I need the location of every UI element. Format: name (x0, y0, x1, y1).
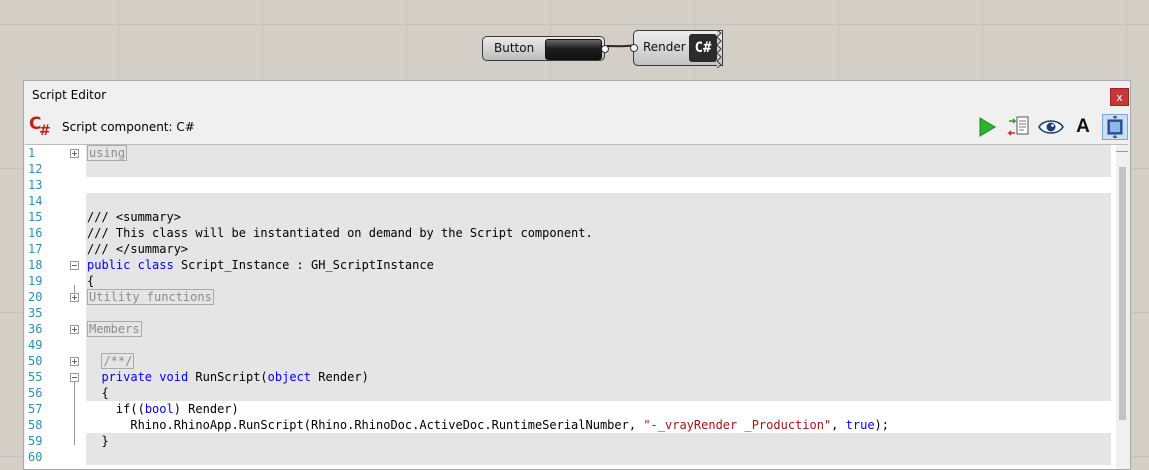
collapsed-region[interactable]: Members (87, 321, 142, 337)
code-line: 50 /**/ (25, 353, 1111, 369)
button-component-label: Button (494, 41, 535, 55)
csharp-logo-icon: C # (29, 114, 51, 139)
editor-toolbar: C # Script component: C# A (24, 111, 1130, 143)
code-line: 59 } (25, 433, 1111, 449)
close-button[interactable]: x (1110, 88, 1129, 106)
expand-icon[interactable] (70, 357, 79, 366)
code-line: 17 /// </summary> (25, 241, 1111, 257)
collapsed-region[interactable]: using (87, 145, 128, 161)
code-line: 15 /// <summary> (25, 209, 1111, 225)
render-component-label: Render (643, 40, 686, 54)
collapsed-region[interactable]: /**/ (101, 353, 135, 369)
code-line: 36 Members (25, 321, 1111, 337)
expand-icon[interactable] (70, 293, 79, 302)
render-script-component[interactable]: Render C# (630, 30, 723, 68)
collapsed-region[interactable]: Utility functions (87, 289, 214, 305)
code-editor[interactable]: 1 using 12 13 14 15 /// <summary> 16 ///… (25, 144, 1128, 469)
preview-icon[interactable] (1038, 114, 1064, 140)
expand-icon[interactable] (70, 325, 79, 334)
code-line: 57 if((bool) Render) (25, 401, 1111, 417)
code-line: 35 (25, 305, 1111, 321)
scrollbar-thumb[interactable] (1119, 167, 1126, 420)
insert-code-icon[interactable] (1006, 114, 1032, 140)
csharp-icon: C# (689, 34, 717, 62)
zigzag-edge-icon (717, 30, 722, 68)
code-line: 19 { (25, 273, 1111, 289)
button-component[interactable]: Button (482, 36, 609, 61)
code-line: 16 /// This class will be instantiated o… (25, 225, 1111, 241)
expand-icon[interactable] (70, 149, 79, 158)
collapse-icon[interactable] (70, 373, 79, 382)
code-line: 55 private void RunScript(object Render) (25, 369, 1111, 385)
title-bar[interactable]: Script Editor x (24, 81, 1130, 109)
collapse-icon[interactable] (70, 261, 79, 270)
code-line: 56 { (25, 385, 1111, 401)
code-line: 20 Utility functions (25, 289, 1111, 305)
font-icon[interactable]: A (1070, 114, 1096, 140)
code-line: 14 (25, 193, 1111, 209)
code-line: 49 (25, 337, 1111, 353)
code-line: 1 using (25, 145, 1111, 161)
component-title: Script component: C# (62, 120, 195, 134)
render-input-port[interactable] (630, 44, 638, 52)
code-line: 60 (25, 449, 1111, 465)
fit-window-icon[interactable] (1102, 114, 1128, 140)
button-face[interactable] (545, 39, 602, 60)
run-icon[interactable] (974, 114, 1000, 140)
code-line: 18 public class Script_Instance : GH_Scr… (25, 257, 1111, 273)
window-title: Script Editor (32, 88, 107, 102)
vertical-scrollbar[interactable] (1116, 145, 1128, 469)
script-editor-window: Script Editor x C# Script component: C# (23, 80, 1131, 470)
code-line: 13 (25, 177, 1111, 193)
code-line: 12 (25, 161, 1111, 177)
code-line: 58 Rhino.RhinoApp.RunScript(Rhino.RhinoD… (25, 417, 1111, 433)
